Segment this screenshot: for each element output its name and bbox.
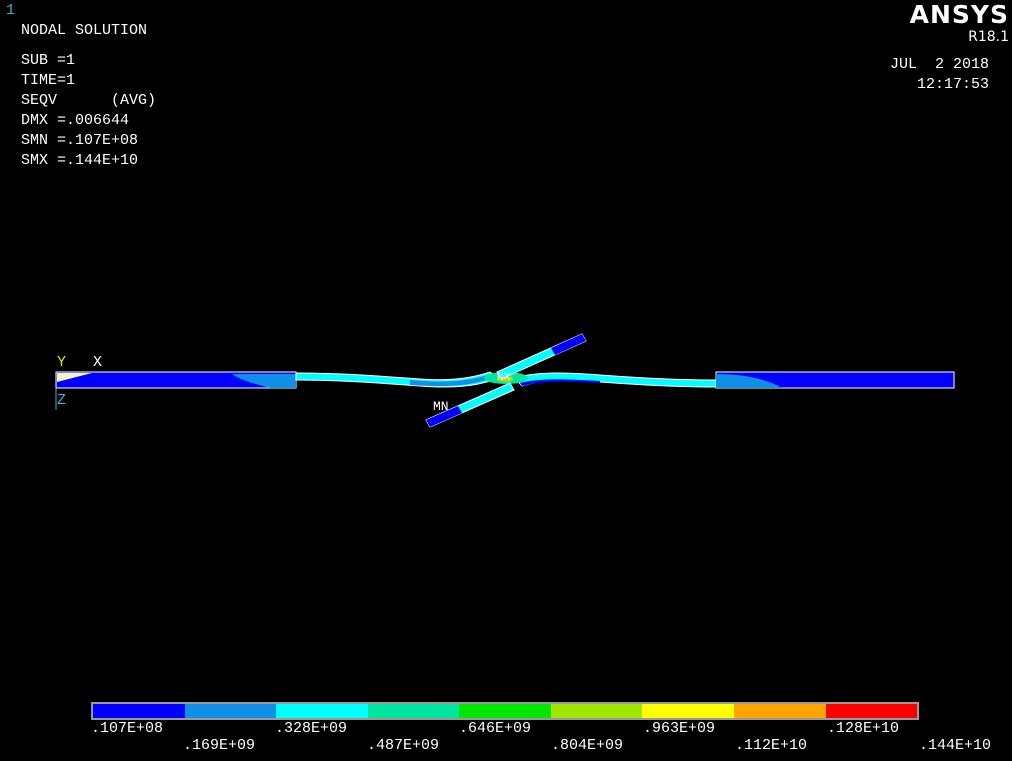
legend-label-top: .646E+09 [459,720,532,737]
max-marker-label: MX [497,372,511,384]
legend-swatch [93,704,185,718]
left-thin-strip [295,371,499,388]
legend-swatch [733,704,826,718]
triad-x-label: X [93,354,102,371]
upper-plate-end [551,334,586,355]
legend-swatch [459,704,551,718]
legend-swatch [184,704,277,718]
legend-label-bottom: .112E+10 [735,737,808,754]
model-viewport[interactable]: Y X Z MN MX [0,0,1012,761]
legend-swatch [642,704,734,718]
legend-label-bottom: .144E+10 [919,737,992,754]
legend-swatch [550,704,643,718]
legend-label-top: .963E+09 [643,720,716,737]
legend-label-bottom: .487E+09 [367,737,440,754]
triad-y-label: Y [57,354,66,371]
legend-swatch [367,704,460,718]
legend-swatch [276,704,368,718]
legend-swatch [825,704,918,718]
legend-label-top: .128E+10 [827,720,900,737]
legend-label-bottom: .169E+09 [183,737,256,754]
contour-legend-bar [91,702,919,720]
legend-label-top: .328E+09 [275,720,348,737]
min-marker-label: MN [433,399,449,414]
legend-label-bottom: .804E+09 [551,737,624,754]
triad-z-label: Z [57,392,66,409]
legend-label-top: .107E+08 [91,720,164,737]
